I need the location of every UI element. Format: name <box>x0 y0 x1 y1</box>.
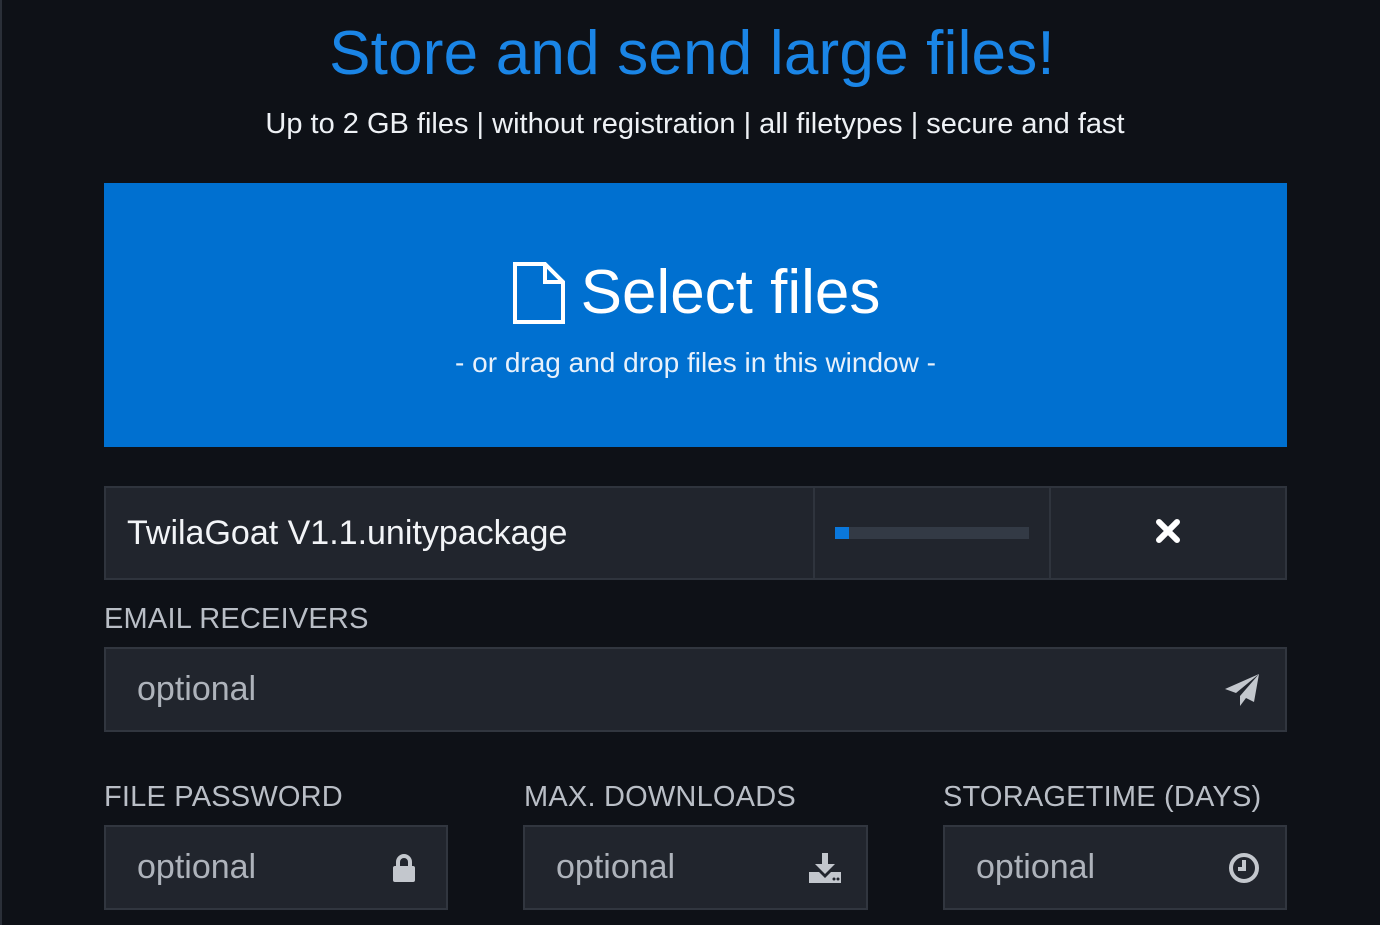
upload-progress <box>815 488 1051 578</box>
progress-track <box>835 527 1029 539</box>
file-name: TwilaGoat V1.1.unitypackage <box>106 488 815 578</box>
email-receivers-placeholder: optional <box>137 670 257 708</box>
file-password-placeholder: optional <box>137 848 257 886</box>
remove-file-button[interactable] <box>1051 488 1285 578</box>
send-icon[interactable] <box>1223 672 1261 708</box>
select-files-label: Select files <box>580 258 881 327</box>
page-subtitle: Up to 2 GB files | without registration … <box>265 108 1125 140</box>
file-password-label: FILE PASSWORD <box>104 781 343 813</box>
select-files-dropzone[interactable]: Select files - or drag and drop files in… <box>104 183 1287 447</box>
page: Store and send large files! Up to 2 GB f… <box>0 0 1380 925</box>
close-icon <box>1155 518 1181 549</box>
max-downloads-field[interactable]: optional <box>523 825 868 910</box>
file-icon <box>511 261 567 325</box>
storagetime-placeholder: optional <box>976 848 1096 886</box>
max-downloads-label: MAX. DOWNLOADS <box>524 781 796 813</box>
select-files-button[interactable]: Select files <box>104 258 1287 328</box>
clock-icon <box>1227 851 1261 885</box>
download-icon <box>808 852 842 884</box>
progress-fill <box>835 527 849 539</box>
drag-drop-hint: - or drag and drop files in this window … <box>455 347 936 378</box>
upload-file-row: TwilaGoat V1.1.unitypackage <box>104 486 1287 580</box>
file-password-field[interactable]: optional <box>104 825 448 910</box>
email-receivers-field[interactable]: optional <box>104 647 1287 732</box>
max-downloads-placeholder: optional <box>556 848 676 886</box>
lock-icon <box>392 853 416 883</box>
page-title: Store and send large files! <box>329 19 1055 88</box>
storagetime-field[interactable]: optional <box>943 825 1287 910</box>
email-receivers-label: EMAIL RECEIVERS <box>104 603 369 635</box>
storagetime-label: STORAGETIME (DAYS) <box>943 781 1262 813</box>
